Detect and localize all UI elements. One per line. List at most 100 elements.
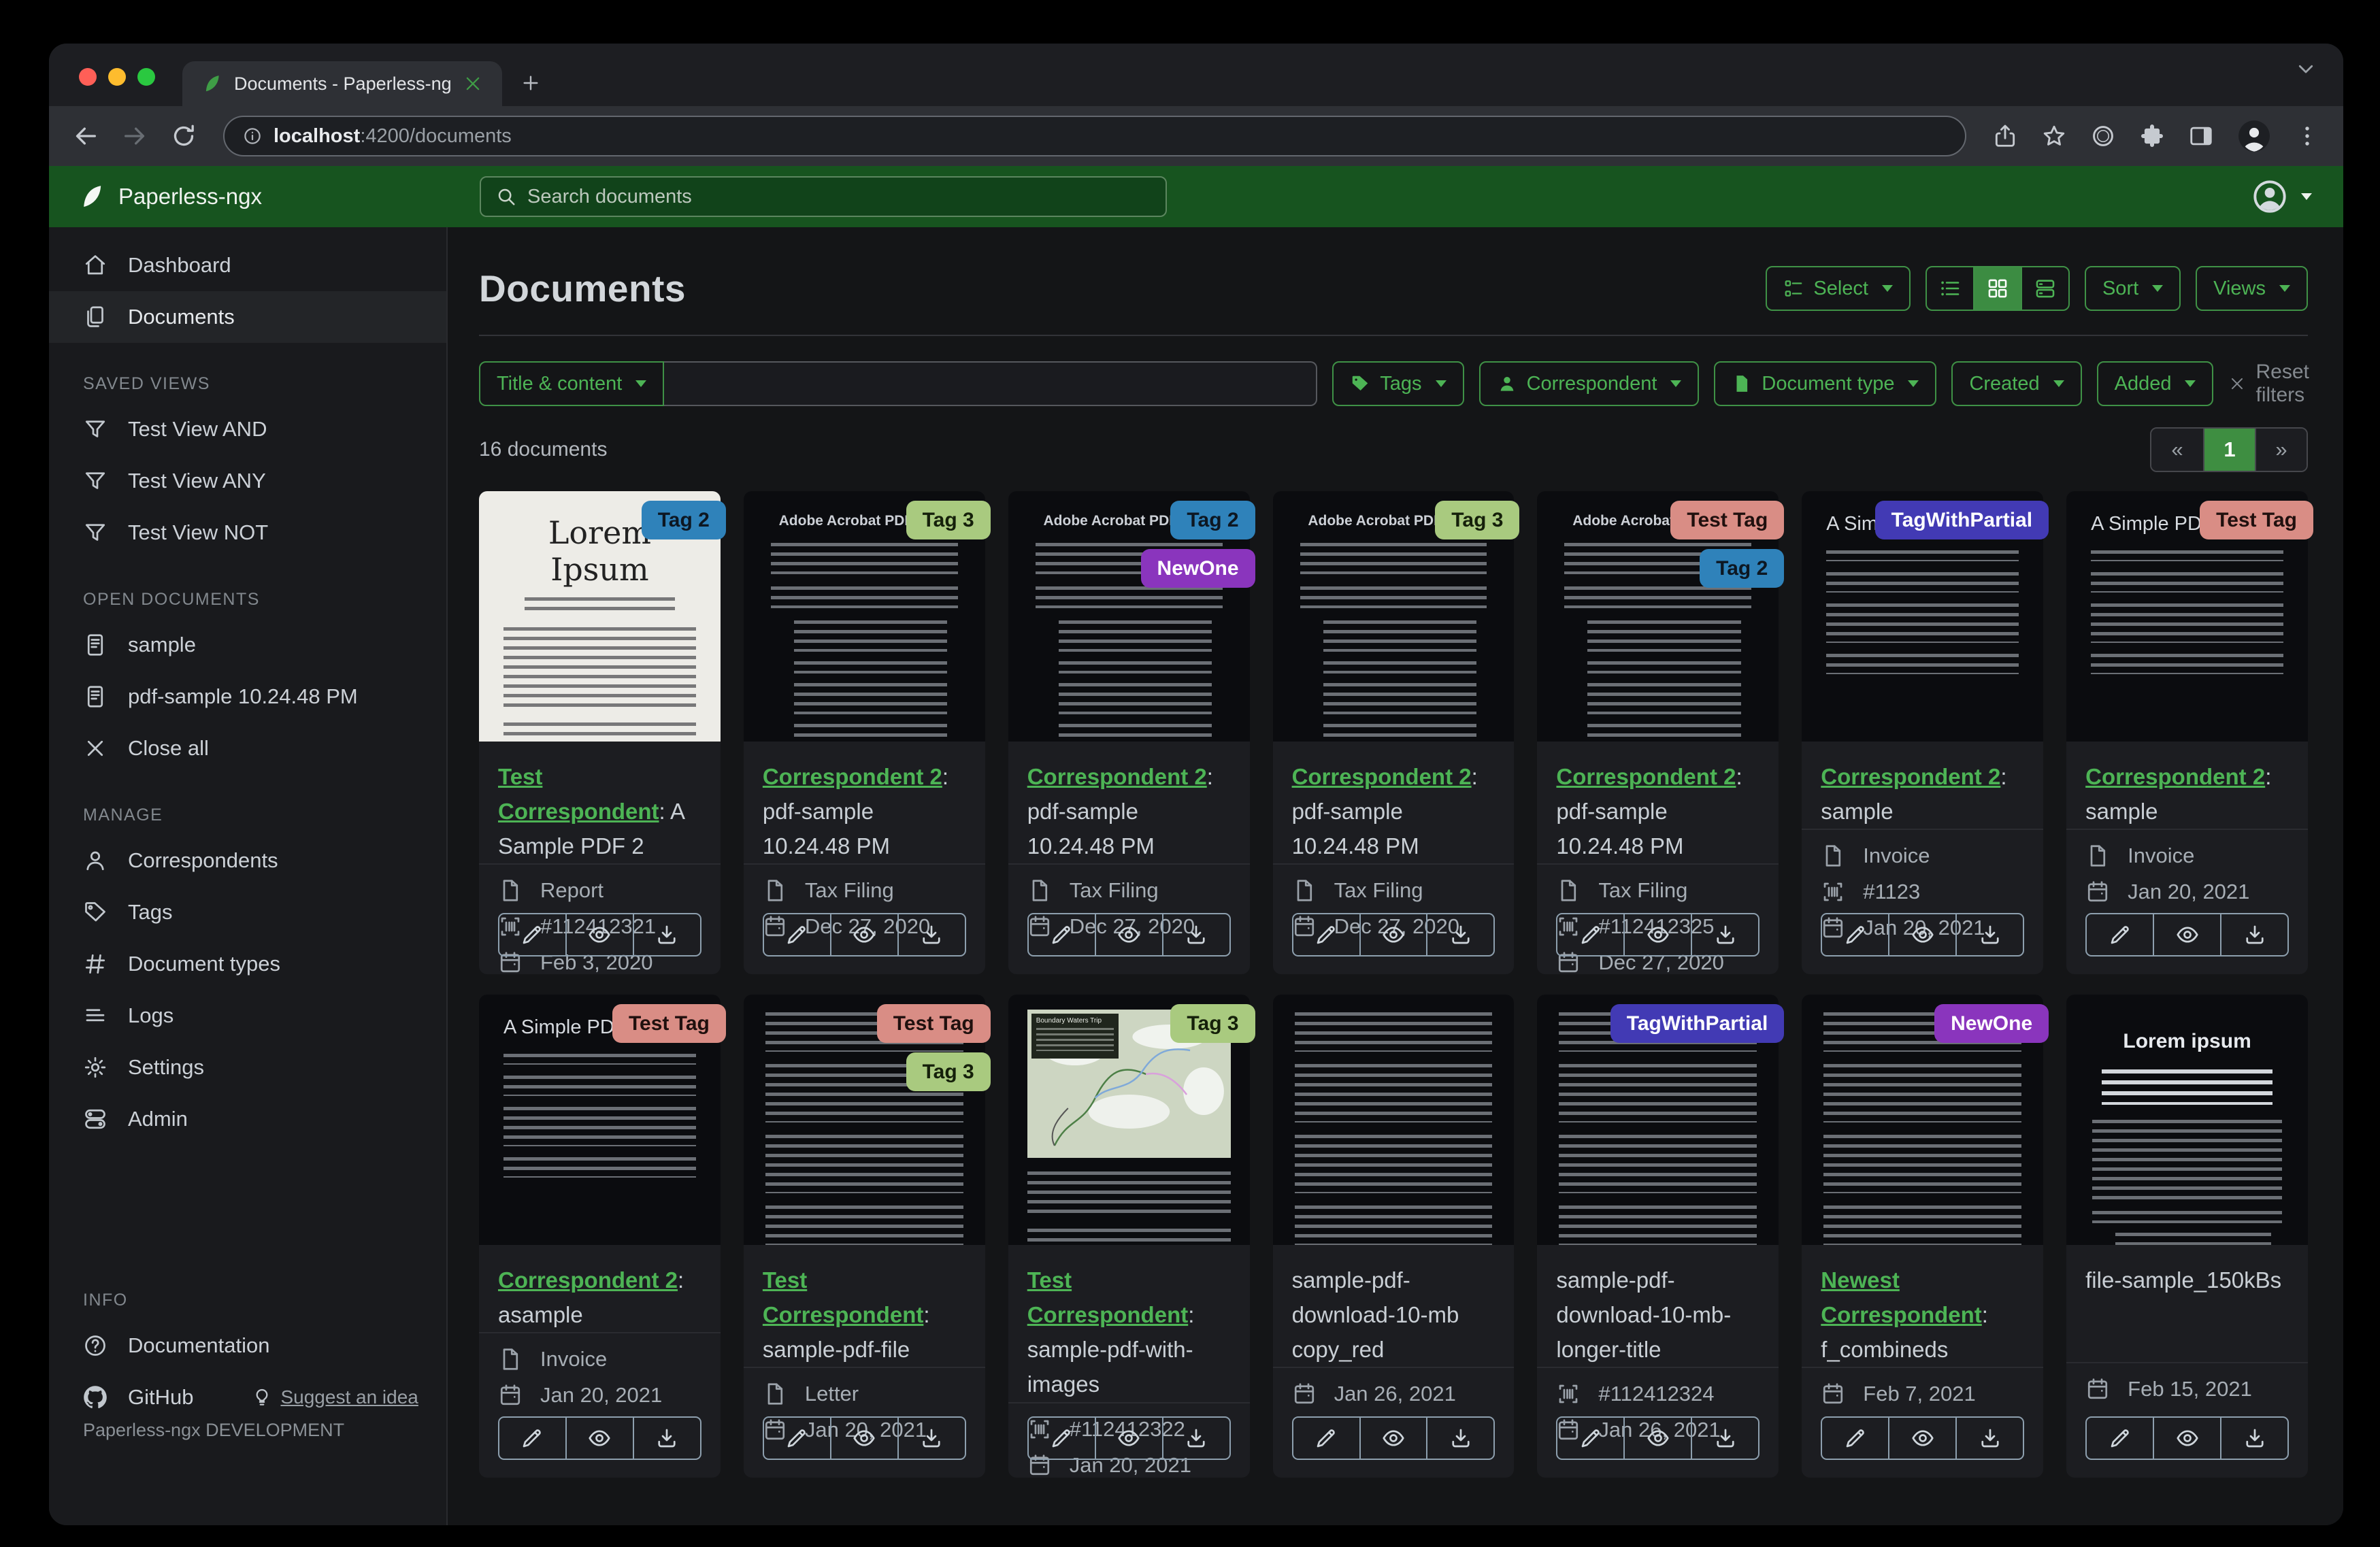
preview-button[interactable] [1888,1416,1957,1460]
sidebar-item-admin[interactable]: Admin [49,1093,446,1145]
document-title[interactable]: Correspondent 2: sample [2085,759,2289,829]
preview-button[interactable] [829,1416,899,1460]
preview-button[interactable] [1623,913,1693,957]
edit-button[interactable] [1556,913,1625,957]
tag-pill[interactable]: TagWithPartial [1610,1004,1785,1043]
sidebar-item-correspondents[interactable]: Correspondents [49,835,446,886]
download-button[interactable] [1161,1416,1231,1460]
document-card[interactable]: sample-pdf-download-10-mb copy_red Jan 2… [1272,995,1515,1478]
tab-close-icon[interactable] [463,73,483,94]
sidebar-item-dashboard[interactable]: Dashboard [49,239,446,291]
edit-button[interactable] [1027,913,1096,957]
document-title[interactable]: Correspondent 2: pdf-sample 10.24.48 PM [1292,759,1495,863]
tag-pill[interactable]: Test Tag [612,1004,726,1043]
edit-button[interactable] [2085,1416,2155,1460]
document-title[interactable]: sample-pdf-download-10-mb copy_red [1292,1263,1495,1367]
correspondent-link[interactable]: Correspondent 2 [1821,764,2000,789]
title-content-input[interactable] [664,361,1318,406]
download-button[interactable] [2220,913,2289,957]
tag-pill[interactable]: Tag 3 [1435,501,1520,539]
created-filter-dropdown[interactable]: Created [1951,361,2082,406]
side-panel-icon[interactable] [2188,123,2214,149]
download-button[interactable] [632,1416,701,1460]
correspondent-link[interactable]: Correspondent 2 [498,1267,678,1293]
correspondent-link[interactable]: Correspondent 2 [1556,764,1736,789]
tag-pill[interactable]: Tag 3 [906,501,991,539]
suggest-idea-link[interactable]: Suggest an idea [252,1386,418,1408]
document-card[interactable]: Boundary Waters Trip Tag 3 Test Correspo… [1008,995,1255,1478]
current-page-button[interactable]: 1 [2203,429,2255,471]
browser-profile-avatar[interactable] [2237,119,2271,153]
correspondent-link[interactable]: Correspondent 2 [2085,764,2265,789]
tag-pill[interactable]: NewOne [1140,549,1255,588]
document-title[interactable]: sample-pdf-download-10-mb-longer-title [1556,1263,1759,1367]
download-button[interactable] [897,913,966,957]
browser-tab[interactable]: Documents - Paperless-ngx [182,61,502,106]
correspondent-link[interactable]: Test Correspondent [1027,1267,1189,1327]
preview-button[interactable] [565,913,634,957]
zoom-window-button[interactable] [137,68,155,86]
document-card[interactable]: A Simple PDF File Test Tag Correspondent… [2066,491,2313,974]
document-card[interactable]: Adobe Acrobat PDF Files Test Tag Tag 2 Co… [1537,491,1785,974]
document-card[interactable]: Adobe Acrobat PDF Files Tag 3 Correspond… [1272,491,1520,974]
document-card[interactable]: Lorem Ipsum Tag 2 Test Correspondent: A … [479,491,726,974]
select-dropdown[interactable]: Select [1766,266,1911,311]
correspondent-link[interactable]: Correspondent 2 [1027,764,1207,789]
new-tab-button[interactable] [512,64,550,102]
sidebar-item-test-view-any[interactable]: Test View ANY [49,455,446,507]
edit-button[interactable] [1821,913,1890,957]
reset-filters-button[interactable]: Reset filters [2228,361,2309,407]
sidebar-item-sample[interactable]: sample [49,619,446,671]
sidebar-item-settings[interactable]: Settings [49,1042,446,1093]
previous-page-button[interactable]: « [2151,429,2203,471]
edit-button[interactable] [1821,1416,1890,1460]
sidebar-item-logs[interactable]: Logs [49,990,446,1042]
detail-view-button[interactable] [2020,266,2070,311]
download-button[interactable] [897,1416,966,1460]
document-title[interactable]: Correspondent 2: pdf-sample 10.24.48 PM [763,759,966,863]
search-input[interactable] [527,185,1151,208]
browser-menu-icon[interactable] [2294,123,2320,149]
tag-pill[interactable]: NewOne [1934,1004,2049,1043]
sidebar-item-document-types[interactable]: Document types [49,938,446,990]
edit-button[interactable] [762,913,831,957]
bookmark-star-icon[interactable] [2041,123,2067,149]
sort-dropdown[interactable]: Sort [2084,266,2181,311]
tag-pill[interactable]: Test Tag [1670,501,1785,539]
preview-button[interactable] [1094,913,1163,957]
document-thumbnail[interactable]: Lorem ipsum [2066,995,2308,1245]
sidebar-item-test-view-not[interactable]: Test View NOT [49,507,446,559]
document-card[interactable]: TagWithPartial sample-pdf-download-10-mb… [1537,995,1785,1478]
edit-button[interactable] [1291,913,1361,957]
document-title[interactable]: Test Correspondent: A Sample PDF 2 [498,759,701,863]
preview-button[interactable] [1359,1416,1428,1460]
preview-button[interactable] [1888,913,1957,957]
sidebar-item-documents[interactable]: Documents [49,291,446,343]
document-title[interactable]: file-sample_150kBs [2085,1263,2289,1297]
document-title[interactable]: Correspondent 2: pdf-sample 10.24.48 PM [1556,759,1759,863]
document-card[interactable]: NewOne Newest Correspondent: f_combineds… [1802,995,2049,1478]
sidebar-item-close-all[interactable]: Close all [49,722,446,774]
correspondent-link[interactable]: Test Correspondent [763,1267,924,1327]
sidebar-item-pdf-sample-10-24-48-pm[interactable]: pdf-sample 10.24.48 PM [49,671,446,722]
tag-pill[interactable]: TagWithPartial [1874,501,2049,539]
download-button[interactable] [1426,913,1495,957]
edit-button[interactable] [498,913,567,957]
download-button[interactable] [2220,1416,2289,1460]
tag-pill[interactable]: Tag 3 [1170,1004,1255,1043]
edit-button[interactable] [1027,1416,1096,1460]
window-controls[interactable] [79,68,155,86]
grid-view-button[interactable] [1972,266,2022,311]
document-card[interactable]: A Simple PDF File TagWithPartial Corresp… [1802,491,2049,974]
correspondent-link[interactable]: Newest Correspondent [1821,1267,1982,1327]
document-card[interactable]: Adobe Acrobat PDF Files Tag 3 Correspond… [743,491,991,974]
document-title[interactable]: Correspondent 2: sample [1821,759,2024,829]
next-page-button[interactable]: » [2255,429,2307,471]
document-card[interactable]: Adobe Acrobat PDF Files Tag 2 NewOne Corr… [1008,491,1255,974]
preview-button[interactable] [2153,1416,2222,1460]
views-dropdown[interactable]: Views [2196,266,2308,311]
document-title[interactable]: Test Correspondent: sample-pdf-with-imag… [1027,1263,1231,1402]
minimize-window-button[interactable] [108,68,126,86]
search-field-dropdown[interactable]: Title & content [479,361,665,406]
extensions-icon[interactable] [2139,123,2165,149]
